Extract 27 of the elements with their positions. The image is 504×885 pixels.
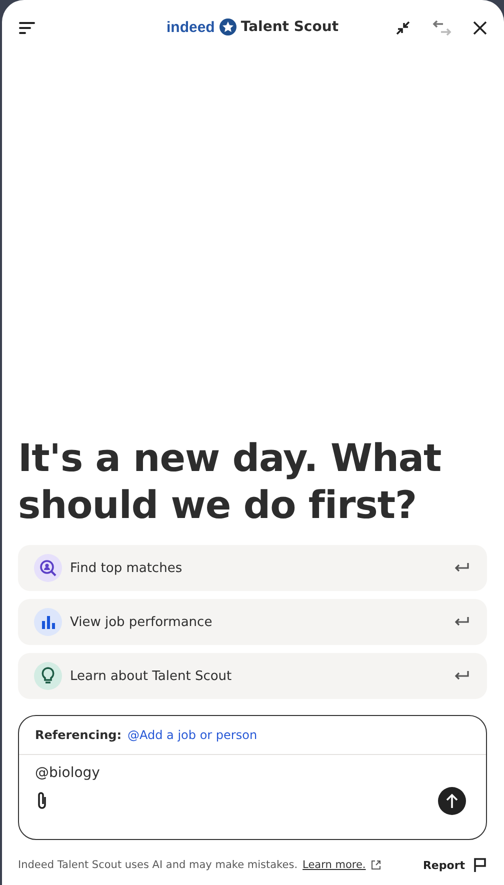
swap-icon[interactable] bbox=[431, 19, 453, 37]
disclaimer-text: Indeed Talent Scout uses AI and may make mistakes. bbox=[18, 859, 298, 871]
suggestion-button[interactable]: Learn about Talent Scout bbox=[18, 653, 487, 699]
bar-chart-icon bbox=[40, 614, 56, 630]
menu-icon[interactable] bbox=[18, 21, 36, 35]
logo: indeed bbox=[166, 18, 215, 36]
suggestion-button[interactable]: Find top matches bbox=[18, 545, 487, 591]
learn-more-link[interactable]: Learn more. bbox=[302, 859, 366, 871]
send-button[interactable] bbox=[438, 787, 466, 815]
star-badge-icon bbox=[218, 18, 237, 36]
add-reference-link[interactable]: @Add a job or person bbox=[128, 728, 258, 742]
flag-icon bbox=[473, 857, 487, 873]
enter-icon bbox=[454, 562, 470, 574]
search-person-icon bbox=[39, 559, 57, 577]
minimize-icon[interactable] bbox=[395, 20, 411, 36]
paperclip-icon[interactable] bbox=[35, 791, 49, 811]
lightbulb-icon bbox=[40, 667, 56, 685]
external-link-icon bbox=[370, 860, 381, 870]
close-icon[interactable] bbox=[473, 21, 487, 35]
enter-icon bbox=[454, 670, 470, 682]
app-title: Talent Scout bbox=[240, 19, 339, 35]
referencing-label: Referencing: bbox=[35, 728, 122, 742]
suggestion-button[interactable]: View job performance bbox=[18, 599, 487, 645]
arrow-up-icon bbox=[445, 793, 459, 809]
report-button[interactable]: Report bbox=[422, 857, 487, 873]
greeting-heading: It's a new day. What should we do first? bbox=[18, 434, 442, 529]
enter-icon bbox=[454, 616, 470, 628]
